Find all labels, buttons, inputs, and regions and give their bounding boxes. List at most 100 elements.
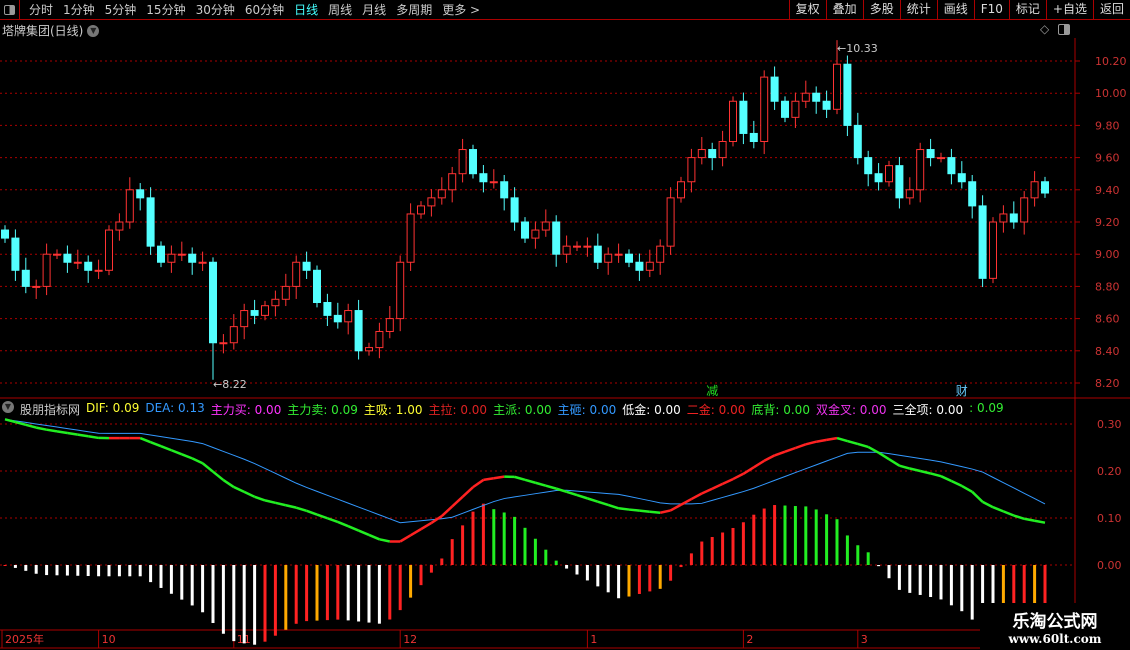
macd-histogram-bar xyxy=(648,565,652,592)
macd-histogram-bar xyxy=(783,505,787,565)
candle-body xyxy=(583,245,592,248)
event-marker: 减 xyxy=(706,384,718,398)
macd-histogram-bar xyxy=(949,565,953,606)
macd-histogram-bar xyxy=(305,565,309,622)
candle-body xyxy=(645,261,654,271)
dif-line-segment xyxy=(659,509,671,514)
candle-body xyxy=(365,347,373,352)
candle-body xyxy=(978,205,987,279)
candle-body xyxy=(427,197,436,207)
macd-histogram-bar xyxy=(908,565,912,593)
dif-line-segment xyxy=(690,492,703,501)
legend-item-3: 主力卖: 0.09 xyxy=(287,403,358,417)
dif-line-segment xyxy=(971,490,984,503)
macd-histogram-bar xyxy=(897,565,901,590)
time-label: 3 xyxy=(861,633,868,646)
dif-line-segment xyxy=(763,454,776,462)
candle-body xyxy=(188,253,197,263)
candle-body xyxy=(94,269,103,272)
dif-line-segment xyxy=(233,485,245,494)
candle-body xyxy=(531,229,540,239)
macd-histogram-bar xyxy=(960,565,964,612)
dif-line-segment xyxy=(150,440,162,448)
dif-line-segment xyxy=(722,477,734,486)
dif-line-segment xyxy=(545,484,557,490)
macd-histogram-bar xyxy=(315,565,319,621)
candle-body xyxy=(479,173,488,183)
candle-body xyxy=(500,181,509,199)
price-tick-label: 9.80 xyxy=(1095,119,1120,132)
candle-body xyxy=(469,149,477,175)
macd-histogram-bar xyxy=(232,565,236,642)
dif-line-segment xyxy=(222,479,235,489)
dif-line-segment xyxy=(587,497,599,503)
candle-body xyxy=(1,229,9,239)
macd-histogram-bar xyxy=(866,552,870,565)
macd-histogram-bar xyxy=(86,565,90,577)
candle-body xyxy=(770,76,779,102)
candle-body xyxy=(125,189,134,223)
dif-line-segment xyxy=(440,505,454,517)
macd-histogram-bar xyxy=(377,565,381,624)
macd-histogram-bar xyxy=(554,560,558,565)
legend-item-5: 主拉: 0.00 xyxy=(428,403,488,417)
legend-item-8: 低金: 0.00 xyxy=(622,403,681,417)
macd-histogram-bar xyxy=(45,565,49,576)
candle-body xyxy=(32,285,41,288)
macd-histogram-bar xyxy=(731,527,735,565)
macd-tick-label: 0.30 xyxy=(1097,418,1122,431)
candle-body xyxy=(333,314,342,323)
dif-line-segment xyxy=(56,430,68,435)
macd-histogram-bar xyxy=(689,553,693,565)
macd-histogram-bar xyxy=(513,516,517,565)
dif-line-segment xyxy=(170,449,183,456)
macd-histogram-bar xyxy=(929,565,933,597)
dif-line-segment xyxy=(524,478,536,484)
dif-line-segment xyxy=(857,442,869,449)
macd-histogram-bar xyxy=(721,532,725,565)
dif-line-segment xyxy=(243,490,256,498)
dif-line-segment xyxy=(535,481,547,487)
price-tick-label: 9.60 xyxy=(1095,152,1120,165)
dif-line-segment xyxy=(774,450,786,457)
candle-body xyxy=(448,173,457,191)
macd-histogram-bar xyxy=(367,565,371,623)
candle-body xyxy=(781,100,789,118)
dif-line-segment xyxy=(1023,517,1035,522)
candle-body xyxy=(406,213,415,263)
macd-histogram-bar xyxy=(617,565,621,599)
candle-body xyxy=(812,92,821,102)
dif-line-segment xyxy=(306,509,318,516)
candle-body xyxy=(136,189,145,199)
dif-line-segment xyxy=(461,486,474,498)
macd-histogram-bar xyxy=(55,565,59,576)
dif-line-segment xyxy=(940,475,952,483)
candle-body xyxy=(167,253,176,263)
dif-line-segment xyxy=(732,472,744,481)
dif-line-segment xyxy=(930,472,942,478)
candle-body xyxy=(489,181,498,184)
macd-histogram-bar xyxy=(159,565,163,588)
candle-body xyxy=(177,253,186,256)
legend-item-2: 主力买: 0.00 xyxy=(210,403,282,417)
dif-line-segment xyxy=(888,458,901,467)
candle-body xyxy=(261,305,269,316)
macd-histogram-bar xyxy=(128,565,132,577)
price-tick-label: 10.00 xyxy=(1095,87,1127,100)
macd-histogram-bar xyxy=(294,565,298,624)
macd-histogram-bar xyxy=(440,558,444,565)
chevron-down-icon[interactable]: ▼ xyxy=(2,401,14,413)
candle-body xyxy=(999,213,1008,223)
macd-histogram-bar xyxy=(76,565,80,576)
dif-line-segment xyxy=(805,440,817,446)
macd-histogram-bar xyxy=(336,565,340,620)
candle-body xyxy=(105,229,113,271)
candle-body xyxy=(292,261,301,287)
dif-line-segment xyxy=(847,439,859,446)
dif-line-segment xyxy=(815,438,827,443)
dif-line-segment xyxy=(409,528,422,537)
candle-body xyxy=(957,173,966,183)
macd-histogram-bar xyxy=(34,565,38,574)
watermark-url: www.60lt.com xyxy=(1008,632,1102,646)
macd-histogram-bar xyxy=(814,509,818,565)
